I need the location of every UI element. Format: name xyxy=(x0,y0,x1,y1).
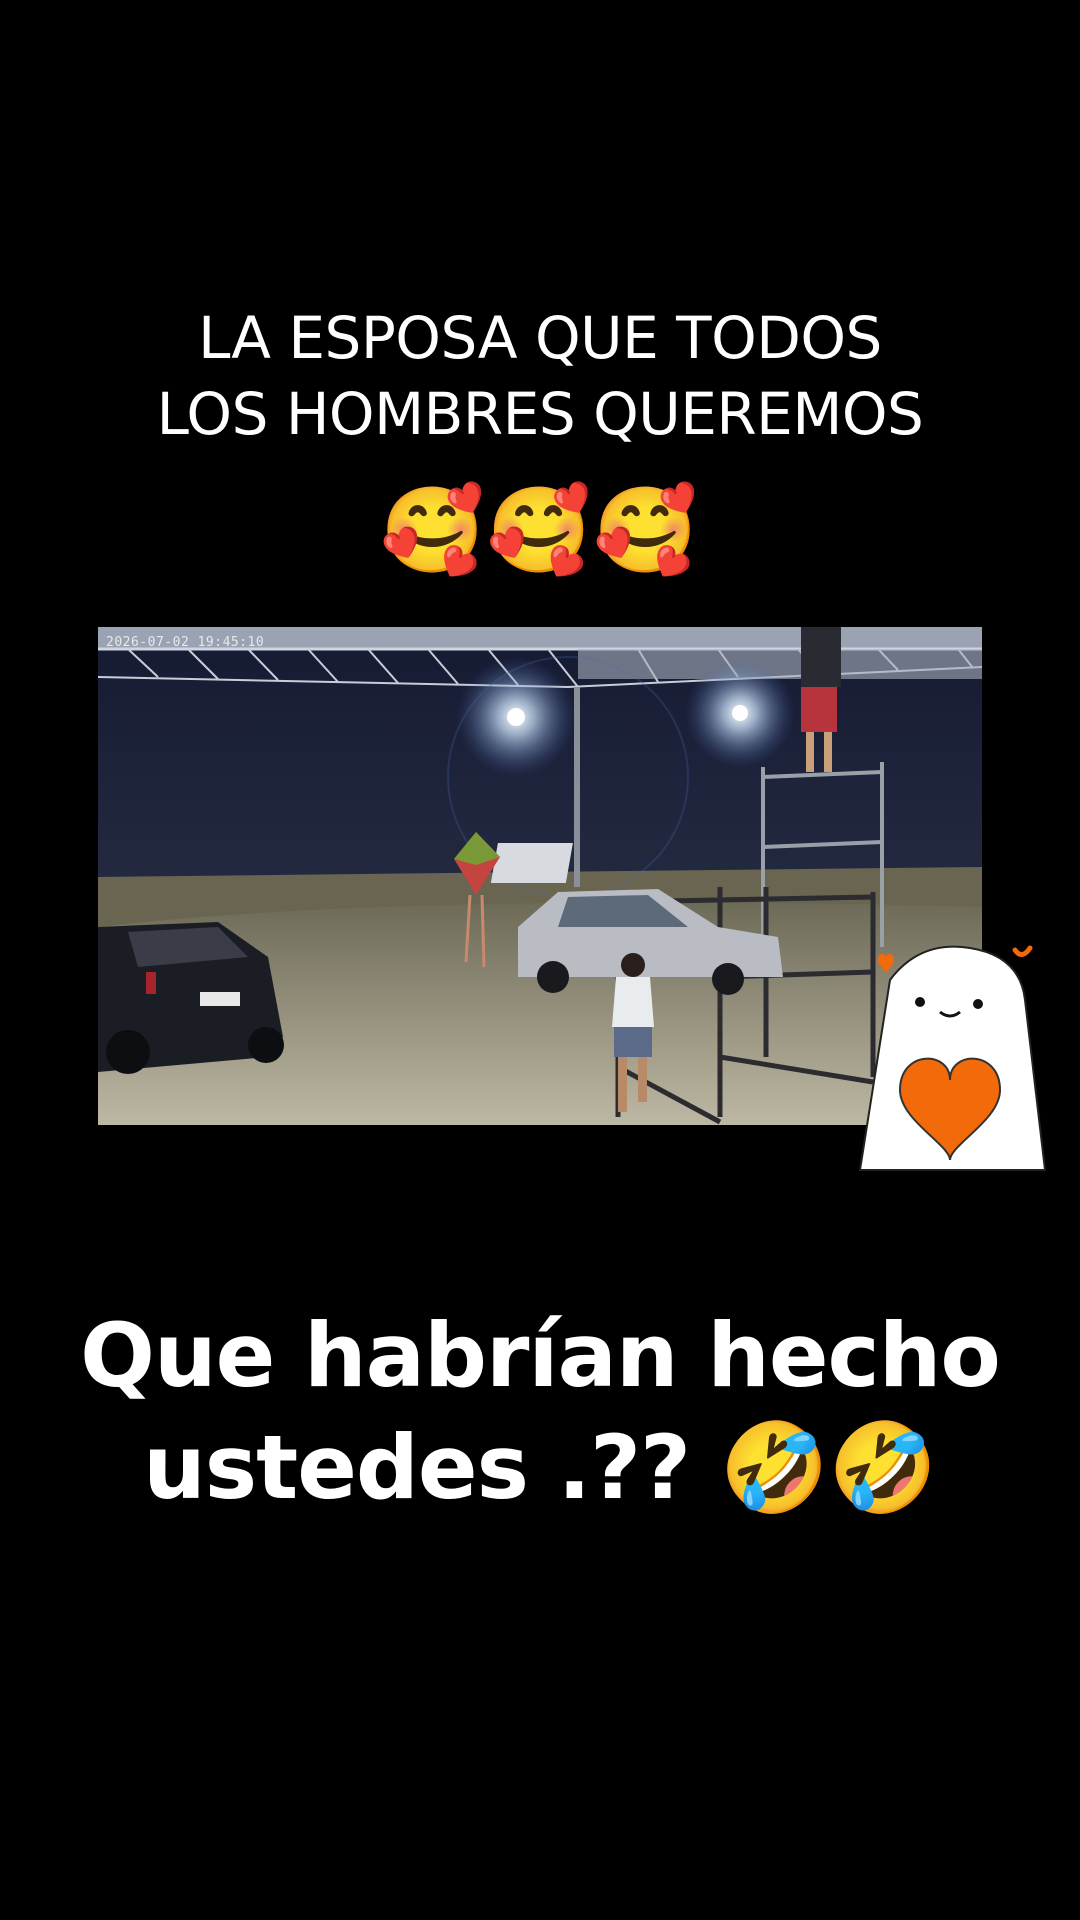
caption-line-1: LA ESPOSA QUE TODOS xyxy=(198,304,882,372)
emoji-row: 🥰🥰🥰 xyxy=(380,481,700,579)
heart-blob-sticker xyxy=(850,940,1050,1180)
top-caption: LA ESPOSA QUE TODOS LOS HOMBRES QUEREMOS xyxy=(0,300,1080,452)
question-line-1: Que habrían hecho xyxy=(80,1304,1001,1407)
bottom-caption: Que habrían hecho ustedes .?? 🤣🤣 xyxy=(0,1300,1080,1524)
caption-line-2: LOS HOMBRES QUEREMOS xyxy=(156,380,924,448)
heart-blob-icon xyxy=(858,945,1047,1171)
question-line-2: ustedes .?? 🤣🤣 xyxy=(143,1416,938,1519)
camera-timestamp: 2026-07-02 19:45:10 xyxy=(106,635,265,650)
